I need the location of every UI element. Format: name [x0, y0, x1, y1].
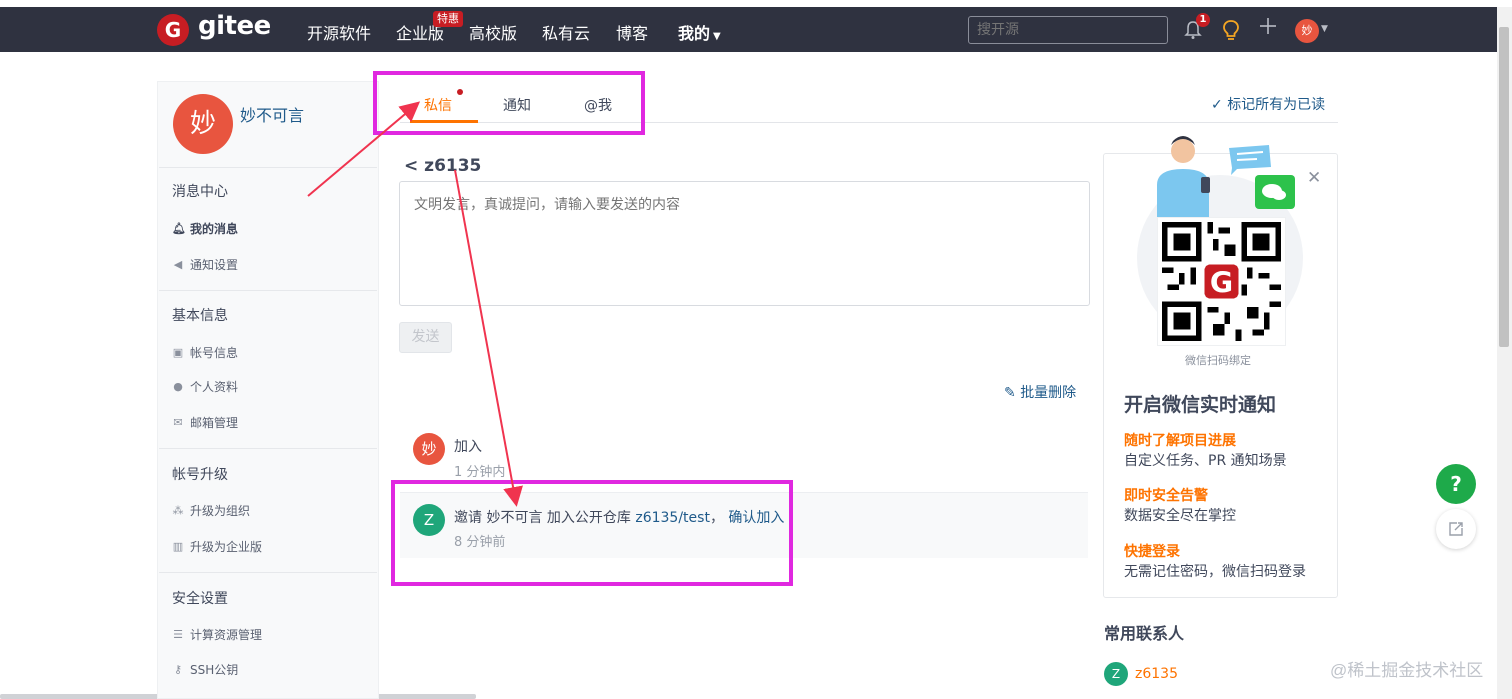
sidebar-group-basic-info: 基本信息	[172, 308, 228, 324]
nav-mine-dropdown[interactable]: 我的 ▼	[678, 20, 721, 44]
conversation-header[interactable]: < z6135	[404, 156, 481, 176]
contacts-title: 常用联系人	[1104, 624, 1185, 643]
sidebar-item-upgrade-enterprise[interactable]: ▥ 升级为企业版	[172, 538, 262, 555]
user-avatar-menu[interactable]: 妙	[1295, 19, 1319, 43]
sidebar-group-upgrade: 帐号升级	[172, 467, 228, 483]
check-icon: ✓	[1211, 97, 1228, 113]
search-input[interactable]	[968, 16, 1168, 44]
volume-icon: ◀︎	[173, 258, 183, 271]
nav-badge-promo: 特惠	[433, 11, 463, 27]
sidebar-item-label: 升级为企业版	[190, 540, 263, 554]
sidebar-item-label: 通知设置	[190, 258, 239, 272]
person-phone-illustration	[1157, 136, 1295, 218]
users-icon: ⁂	[172, 504, 184, 517]
batch-delete-button[interactable]: ✎ 批量删除	[1004, 382, 1076, 402]
key-icon: ⚷	[173, 663, 183, 676]
nav-education[interactable]: 高校版	[469, 20, 517, 44]
nav-mine-label: 我的	[678, 24, 711, 43]
nav-open-source[interactable]: 开源软件	[307, 20, 371, 44]
scrollbar-thumb[interactable]	[1499, 27, 1509, 347]
sidebar-item-ssh-keys[interactable]: ⚷ SSH公钥	[172, 661, 238, 678]
watermark: @稀土掘金技术社区	[1330, 661, 1484, 680]
sidebar-item-label: SSH公钥	[190, 663, 239, 677]
message-input[interactable]	[399, 181, 1090, 306]
sidebar-item-my-messages[interactable]: 🔔︎ 我的消息	[172, 220, 238, 237]
gitee-logo-text[interactable]: gitee	[198, 11, 271, 41]
nav-private-cloud[interactable]: 私有云	[542, 20, 590, 44]
gitee-logo-icon[interactable]: G	[157, 14, 189, 46]
plus-icon[interactable]	[1258, 16, 1278, 42]
sidebar-group-security: 安全设置	[172, 591, 228, 607]
message-text: 加入	[454, 439, 482, 455]
page-scrollbar[interactable]	[1497, 7, 1512, 699]
chevron-down-icon[interactable]: ▼	[1321, 24, 1328, 34]
sidebar-item-label: 个人资料	[190, 380, 239, 394]
chevron-left-icon[interactable]: <	[404, 156, 424, 176]
sidebar-item-label: 计算资源管理	[190, 628, 263, 642]
help-button[interactable]: ?	[1436, 464, 1476, 504]
sidebar-item-account-info[interactable]: ▣ 帐号信息	[172, 344, 238, 361]
feature-desc: 数据安全尽在掌控	[1124, 508, 1236, 524]
sidebar-divider	[159, 290, 377, 291]
contact-name-link[interactable]: z6135	[1135, 666, 1178, 682]
lightbulb-icon[interactable]	[1222, 19, 1240, 46]
chevron-down-icon: ▼	[713, 31, 721, 42]
sidebar-item-compute-resources[interactable]: ☰ 计算资源管理	[172, 626, 262, 643]
sidebar-item-profile[interactable]: ● 个人资料	[172, 378, 238, 395]
annotation-box-invite	[391, 480, 793, 586]
sidebar-divider	[159, 448, 377, 449]
nav-blog[interactable]: 博客	[616, 20, 648, 44]
building-icon: ▥	[172, 540, 184, 553]
user-icon: ●	[173, 380, 183, 393]
svg-text:G: G	[1210, 266, 1233, 299]
id-card-icon: ▣	[172, 346, 184, 359]
qr-label: 微信扫码绑定	[1185, 354, 1251, 367]
sidebar-item-label: 帐号信息	[190, 346, 239, 360]
feature-title: 即时安全告警	[1124, 488, 1208, 504]
sidebar-item-label: 升级为组织	[190, 504, 251, 518]
mail-icon: ✉	[173, 416, 183, 429]
mark-all-read-label: 标记所有为已读	[1227, 97, 1326, 113]
username[interactable]: 妙不可言	[240, 102, 304, 126]
feature-title: 快捷登录	[1124, 544, 1180, 560]
sidebar-item-upgrade-org[interactable]: ⁂ 升级为组织	[172, 502, 251, 519]
sidebar-item-email[interactable]: ✉ 邮箱管理	[172, 414, 238, 431]
message-time: 1 分钟内	[454, 465, 506, 480]
wechat-card-title: 开启微信实时通知	[1124, 394, 1277, 416]
sidebar-group-message-center: 消息中心	[172, 184, 228, 200]
avatar[interactable]: Z	[1104, 662, 1128, 686]
feature-desc: 自定义任务、PR 通知场景	[1124, 453, 1287, 469]
mark-all-read-button[interactable]: ✓ 标记所有为已读	[1211, 94, 1325, 114]
send-button[interactable]: 发送	[399, 322, 452, 353]
server-icon: ☰	[173, 628, 183, 641]
edit-icon: ✎	[1004, 385, 1021, 401]
sidebar-divider	[159, 572, 377, 573]
feature-desc: 无需记住密码，微信扫码登录	[1124, 564, 1306, 580]
wechat-qr-code: G	[1158, 218, 1285, 345]
sidebar-divider	[159, 167, 377, 168]
close-icon[interactable]: ✕	[1307, 168, 1321, 188]
share-icon[interactable]	[1436, 509, 1476, 549]
bell-icon: 🔔︎	[172, 222, 186, 235]
batch-delete-label: 批量删除	[1020, 385, 1077, 401]
sidebar-item-notification-settings[interactable]: ◀︎ 通知设置	[172, 256, 238, 273]
avatar[interactable]: 妙	[173, 94, 233, 154]
notification-count-badge: 1	[1196, 13, 1210, 27]
sidebar-item-label: 我的消息	[190, 222, 239, 236]
sidebar-item-label: 邮箱管理	[190, 416, 239, 430]
annotation-box-tabs	[373, 71, 645, 135]
avatar[interactable]: 妙	[413, 433, 445, 465]
conversation-title: z6135	[424, 156, 482, 176]
feature-title: 随时了解项目进展	[1124, 433, 1236, 449]
